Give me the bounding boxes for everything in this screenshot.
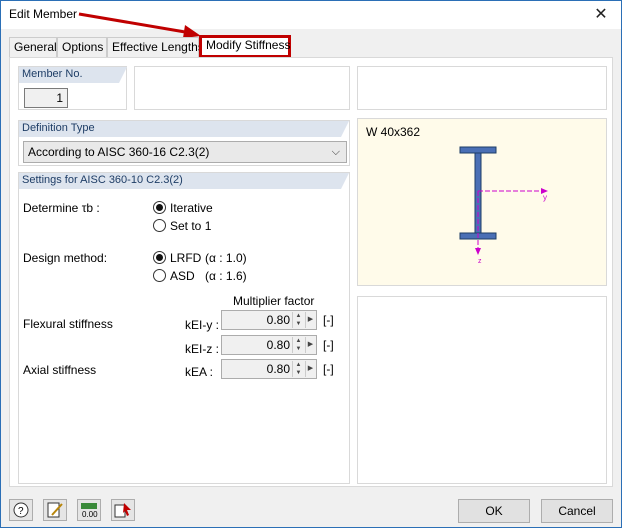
radio-iterative[interactable] [153, 201, 166, 214]
chevron-down-icon: ⌵ [331, 146, 340, 158]
tab-modify-stiffness[interactable]: Modify Stiffness [199, 35, 291, 58]
k-ei-y-label: kEI-y : [185, 318, 220, 332]
radio-lrfd[interactable] [153, 251, 166, 264]
asd-alpha: (α : 1.6) [205, 269, 247, 283]
k-ei-z-label: kEI-z : [185, 342, 220, 356]
i-beam-section-drawing [459, 146, 548, 255]
k-ei-z-value: 0.80 [266, 338, 290, 352]
member-number-field[interactable]: 1 [24, 88, 68, 108]
flexural-stiffness-label: Flexural stiffness [23, 317, 113, 331]
k-ea-value: 0.80 [266, 362, 290, 376]
spin-arrows-icon[interactable]: ▲ ▼ [292, 337, 304, 353]
help-icon[interactable]: ? [9, 499, 33, 521]
radio-asd-label: ASD [170, 269, 195, 283]
definition-header: Definition Type [19, 121, 349, 137]
member-group: Member No. 1 [18, 66, 127, 110]
units-icon[interactable]: 0.00 [77, 499, 101, 521]
pointer-icon[interactable] [111, 499, 135, 521]
tab-effective-lengths-label: Effective Lengths [112, 40, 204, 54]
tab-general[interactable]: General [9, 37, 57, 57]
radio-asd[interactable] [153, 269, 166, 282]
k-ei-y-value: 0.80 [266, 313, 290, 327]
section-preview: W 40x362 y z [357, 118, 607, 286]
svg-text:0.00: 0.00 [82, 510, 98, 519]
spin-arrows-icon[interactable]: ▲ ▼ [292, 361, 304, 377]
determine-tau-label: Determine τb : [23, 201, 100, 215]
settings-header: Settings for AISC 360-10 C2.3(2) [19, 173, 349, 189]
member-header: Member No. [19, 67, 127, 83]
radio-lrfd-label: LRFD [170, 251, 202, 265]
design-method-label: Design method: [23, 251, 108, 265]
tab-effective-lengths[interactable]: Effective Lengths [107, 37, 204, 57]
more-arrow-icon[interactable]: ▶ [305, 361, 315, 377]
tab-options-label: Options [62, 40, 104, 54]
edit-icon[interactable] [43, 499, 67, 521]
k-ei-z-spinner[interactable]: 0.80 ▲ ▼ ▶ [221, 335, 317, 355]
k-ea-spinner[interactable]: 0.80 ▲ ▼ ▶ [221, 359, 317, 379]
k-ei-y-spinner[interactable]: 0.80 ▲ ▼ ▶ [221, 310, 317, 330]
multiplier-factor-header: Multiplier factor [233, 294, 315, 308]
definition-group: Definition Type According to AISC 360-16… [18, 120, 350, 166]
tab-modify-stiffness-label: Modify Stiffness [206, 38, 291, 52]
y-axis-label: y [543, 193, 547, 202]
settings-group: Settings for AISC 360-10 C2.3(2) Determi… [18, 172, 350, 484]
radio-set-to-1-label: Set to 1 [170, 219, 212, 233]
definition-type-select[interactable]: According to AISC 360-16 C2.3(2) ⌵ [23, 141, 347, 163]
axial-stiffness-label: Axial stiffness [23, 363, 97, 377]
more-arrow-icon[interactable]: ▶ [305, 337, 315, 353]
k-ei-y-unit: [-] [323, 313, 334, 327]
spin-arrows-icon[interactable]: ▲ ▼ [292, 312, 304, 328]
tab-options[interactable]: Options [57, 37, 107, 57]
lrfd-alpha: (α : 1.0) [205, 251, 247, 265]
k-ea-unit: [-] [323, 362, 334, 376]
k-ei-z-unit: [-] [323, 338, 334, 352]
svg-text:?: ? [18, 506, 24, 517]
radio-iterative-label: Iterative [170, 201, 213, 215]
tab-panel: Member No. 1 Definition Type According t… [9, 57, 613, 487]
cancel-button[interactable]: Cancel [541, 499, 613, 523]
more-arrow-icon[interactable]: ▶ [305, 312, 315, 328]
ok-button[interactable]: OK [458, 499, 530, 523]
tab-general-label: General [14, 40, 57, 54]
member-info-panel-right [357, 66, 607, 110]
radio-set-to-1[interactable] [153, 219, 166, 232]
definition-type-value: According to AISC 360-16 C2.3(2) [28, 145, 210, 159]
k-ea-label: kEA : [185, 365, 214, 379]
info-panel-lower [357, 296, 607, 484]
z-axis-label: z [478, 258, 482, 265]
edit-member-dialog: Edit Member ✕ General Options Effective … [0, 0, 622, 528]
member-info-panel [134, 66, 350, 110]
